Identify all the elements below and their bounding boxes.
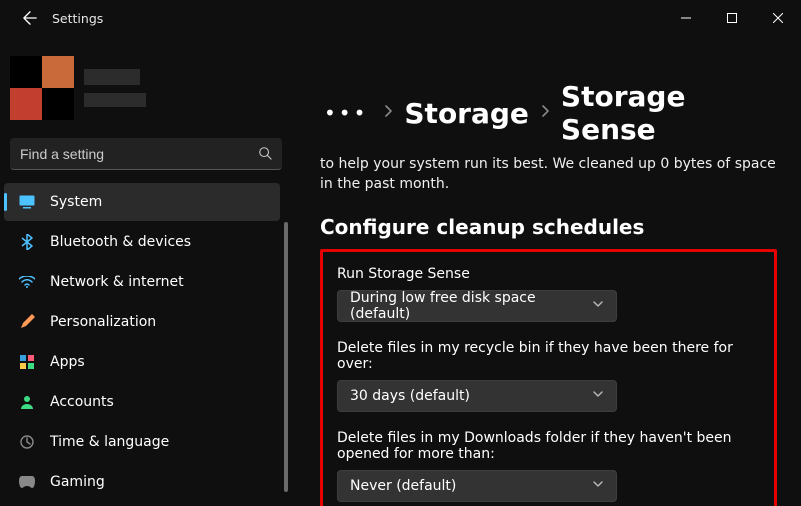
sidebar-item-personalization[interactable]: Personalization	[4, 303, 280, 341]
breadcrumb-current: Storage Sense	[561, 80, 777, 146]
chevron-down-icon	[592, 298, 604, 314]
user-block[interactable]	[0, 56, 292, 120]
sidebar-item-label: Accounts	[50, 394, 114, 410]
breadcrumb-more[interactable]: •••	[320, 101, 372, 125]
user-text	[84, 56, 146, 120]
body-area: System Bluetooth & devices Network & int…	[0, 36, 801, 506]
content: ••• Storage Storage Sense to help your s…	[292, 36, 801, 506]
close-icon	[773, 13, 783, 23]
person-icon	[18, 393, 36, 411]
highlight-box: Run Storage Sense During low free disk s…	[320, 249, 777, 506]
user-email-placeholder	[84, 93, 146, 107]
search-input[interactable]	[10, 138, 282, 170]
user-name-placeholder	[84, 69, 140, 85]
minimize-button[interactable]	[663, 0, 709, 36]
back-arrow-icon	[23, 11, 37, 25]
back-button[interactable]	[16, 4, 44, 32]
sidebar-item-system[interactable]: System	[4, 183, 280, 221]
sidebar-item-accounts[interactable]: Accounts	[4, 383, 280, 421]
window-controls	[663, 0, 801, 36]
sidebar-item-label: Bluetooth & devices	[50, 234, 191, 250]
breadcrumb: ••• Storage Storage Sense	[320, 80, 777, 146]
sidebar-scrollbar[interactable]	[284, 222, 288, 498]
recycle-label: Delete files in my recycle bin if they h…	[337, 340, 760, 372]
sidebar-item-label: Network & internet	[50, 274, 184, 290]
chevron-down-icon	[592, 388, 604, 404]
chevron-right-icon	[382, 105, 394, 121]
sidebar-item-gaming[interactable]: Gaming	[4, 463, 280, 501]
close-button[interactable]	[755, 0, 801, 36]
wifi-icon	[18, 273, 36, 291]
breadcrumb-storage[interactable]: Storage	[404, 97, 529, 130]
downloads-label: Delete files in my Downloads folder if t…	[337, 430, 760, 462]
sidebar-item-network[interactable]: Network & internet	[4, 263, 280, 301]
sidebar: System Bluetooth & devices Network & int…	[0, 36, 292, 506]
run-value: During low free disk space (default)	[350, 290, 592, 322]
recycle-bin-select[interactable]: 30 days (default)	[337, 380, 617, 412]
minimize-icon	[681, 13, 691, 23]
chevron-right-icon	[539, 105, 551, 121]
search-wrapper	[0, 138, 292, 170]
sidebar-item-timelanguage[interactable]: Time & language	[4, 423, 280, 461]
bluetooth-icon	[18, 233, 36, 251]
sidebar-item-label: Apps	[50, 354, 85, 370]
run-label: Run Storage Sense	[337, 266, 760, 282]
clock-icon	[18, 433, 36, 451]
titlebar: Settings	[0, 0, 801, 36]
avatar	[10, 56, 74, 120]
downloads-value: Never (default)	[350, 478, 456, 494]
sidebar-item-apps[interactable]: Apps	[4, 343, 280, 381]
section-title: Configure cleanup schedules	[320, 215, 777, 239]
maximize-icon	[727, 13, 737, 23]
apps-icon	[18, 353, 36, 371]
blurb-text: to help your system run its best. We cle…	[320, 154, 777, 195]
scrollbar-thumb[interactable]	[284, 222, 288, 492]
sidebar-item-bluetooth[interactable]: Bluetooth & devices	[4, 223, 280, 261]
run-storage-sense-select[interactable]: During low free disk space (default)	[337, 290, 617, 322]
brush-icon	[18, 313, 36, 331]
system-icon	[18, 193, 36, 211]
maximize-button[interactable]	[709, 0, 755, 36]
downloads-select[interactable]: Never (default)	[337, 470, 617, 502]
sidebar-item-label: System	[50, 194, 102, 210]
sidebar-item-label: Personalization	[50, 314, 156, 330]
recycle-value: 30 days (default)	[350, 388, 470, 404]
sidebar-nav: System Bluetooth & devices Network & int…	[0, 182, 292, 502]
gaming-icon	[18, 473, 36, 491]
titlebar-left: Settings	[16, 4, 103, 32]
sidebar-item-label: Time & language	[50, 434, 169, 450]
sidebar-item-label: Gaming	[50, 474, 105, 490]
chevron-down-icon	[592, 478, 604, 494]
window-title: Settings	[52, 11, 103, 26]
